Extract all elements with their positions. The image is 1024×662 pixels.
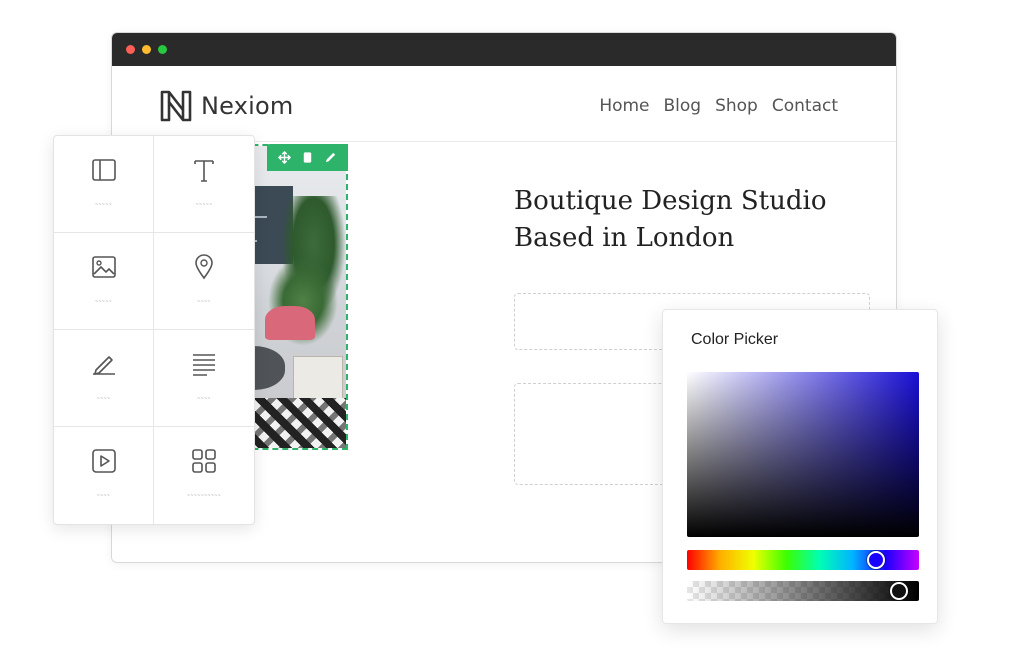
minimize-window-button[interactable] [142, 45, 151, 54]
widget-paragraph[interactable]: ~~~~ [154, 330, 254, 427]
widget-video[interactable]: ~~~~ [54, 427, 154, 524]
move-icon[interactable] [278, 151, 291, 164]
site-logo[interactable]: Nexiom [158, 88, 293, 124]
widget-signature[interactable]: ~~~~ [54, 330, 154, 427]
title-bar [112, 33, 896, 66]
widget-text[interactable]: ~~~~~ [154, 136, 254, 233]
widget-label: ~~~~ [96, 493, 111, 499]
hue-slider[interactable] [687, 550, 919, 570]
nexiom-logo-icon [160, 90, 192, 122]
color-picker-title: Color Picker [691, 331, 779, 348]
nav-shop[interactable]: Shop [715, 96, 758, 116]
empty-block-placeholder-2[interactable] [514, 383, 674, 485]
alpha-slider[interactable] [687, 581, 919, 601]
grid-icon [192, 449, 216, 473]
widget-label: ~~~~~ [94, 202, 113, 208]
hero-heading-line-2: Based in London [514, 223, 735, 253]
hue-slider-handle[interactable] [866, 551, 885, 569]
map-pin-icon [195, 254, 213, 280]
maximize-window-button[interactable] [158, 45, 167, 54]
saturation-brightness-area[interactable] [687, 372, 919, 537]
hero-heading[interactable]: Boutique Design Studio Based in London [514, 183, 874, 257]
widget-map[interactable]: ~~~~ [154, 233, 254, 330]
edit-pencil-icon[interactable] [324, 151, 337, 164]
photo-person [265, 306, 315, 340]
site-header: Nexiom Home Blog Shop Contact [112, 66, 896, 142]
nav-blog[interactable]: Blog [664, 96, 702, 116]
nav-home[interactable]: Home [599, 96, 649, 116]
video-play-icon [91, 449, 116, 473]
widget-grid[interactable]: ~~~~~~~~~~ [154, 427, 254, 524]
image-icon [91, 256, 116, 278]
widget-layout[interactable]: ~~~~~ [54, 136, 154, 233]
brand-name: Nexiom [201, 92, 294, 120]
widget-image[interactable]: ~~~~~ [54, 233, 154, 330]
image-toolbar [267, 144, 348, 171]
color-picker-panel: Color Picker [662, 309, 938, 624]
widget-label: ~~~~~~~~~~ [186, 493, 222, 499]
signature-icon [92, 356, 115, 375]
widget-panel: ~~~~~ ~~~~~ ~~~~~ ~~~~ ~~~~ ~~~~ ~~~~ ~~… [53, 135, 255, 525]
text-icon [194, 160, 214, 182]
widget-label: ~~~~ [197, 299, 211, 305]
close-window-button[interactable] [126, 45, 135, 54]
widget-label: ~~~~~ [94, 299, 113, 305]
layout-icon [91, 159, 116, 181]
hero-heading-line-1: Boutique Design Studio [514, 186, 827, 216]
paragraph-icon [193, 354, 215, 376]
main-nav: Home Blog Shop Contact [599, 96, 838, 116]
alpha-slider-handle[interactable] [890, 582, 909, 600]
widget-label: ~~~~ [96, 396, 111, 402]
widget-label: ~~~~~ [195, 202, 213, 208]
nav-contact[interactable]: Contact [772, 96, 838, 116]
duplicate-icon[interactable] [301, 151, 314, 164]
widget-label: ~~~~ [197, 396, 211, 402]
